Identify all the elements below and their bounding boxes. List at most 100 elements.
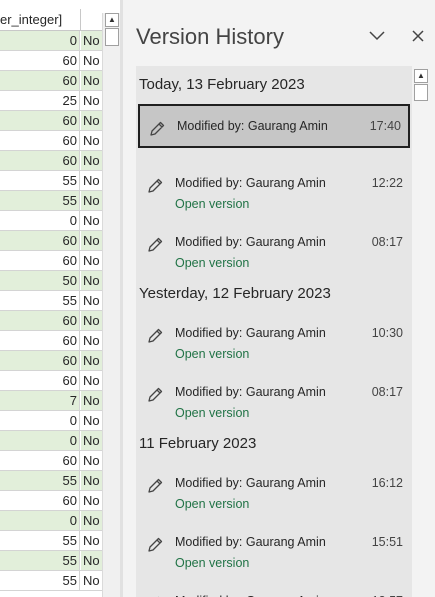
cell-text[interactable]: No [81,151,102,170]
open-version-link[interactable]: Open version [175,256,249,270]
cell-text[interactable]: No [81,331,102,350]
version-list-scrollbar[interactable]: ▲ [412,66,430,597]
open-version-link[interactable]: Open version [175,497,249,511]
version-time: 08:17 [371,385,403,399]
cell-value[interactable]: 60 [0,351,80,370]
cell-value[interactable]: 0 [0,211,80,230]
cell-value[interactable]: 60 [0,311,80,330]
cell-text[interactable]: No [81,51,102,70]
cell-value[interactable]: 60 [0,371,80,390]
cell-value[interactable]: 55 [0,471,80,490]
version-group-title: Yesterday, 12 February 2023 [139,285,331,302]
version-entry[interactable]: Modified by: Gaurang Amin 12:22 Open versi… [138,163,410,211]
cell-value[interactable]: 55 [0,551,80,570]
table-row: 0 No [0,211,102,231]
cell-text[interactable]: No [81,571,102,590]
table-row: 55 No [0,471,102,491]
cell-value[interactable]: 0 [0,31,80,50]
cell-text[interactable]: No [81,291,102,310]
version-time: 15:51 [371,535,403,549]
close-pane-button[interactable] [404,22,432,50]
version-entry[interactable]: Modified by: Gaurang Amin13:57 [138,581,410,597]
cell-text[interactable]: No [81,491,102,510]
cell-value[interactable]: 60 [0,71,80,90]
cell-value[interactable]: 25 [0,91,80,110]
cell-value[interactable]: 55 [0,531,80,550]
open-version-link[interactable]: Open version [175,406,249,420]
version-entry[interactable]: Modified by: Gaurang Amin 08:17 Open versi… [138,372,410,420]
cell-value[interactable]: 60 [0,111,80,130]
cell-value[interactable]: 60 [0,251,80,270]
cell-text[interactable]: No [81,171,102,190]
table-row: 60 No [0,71,102,91]
cell-value[interactable]: 55 [0,571,80,590]
cell-value[interactable]: 7 [0,391,80,410]
cell-text[interactable]: No [81,131,102,150]
scroll-up-arrow-icon[interactable]: ▲ [414,69,428,83]
cell-value[interactable]: 0 [0,511,80,530]
cell-text[interactable]: No [81,391,102,410]
cell-value[interactable]: 50 [0,271,80,290]
pencil-icon [146,177,164,195]
scroll-thumb[interactable] [414,84,428,101]
cell-text[interactable]: No [81,271,102,290]
table-row: 0 No [0,31,102,51]
pencil-icon [146,236,164,254]
version-entry[interactable]: Modified by: Gaurang Amin 15:51 Open versi… [138,522,410,570]
version-history-pane: Version History Today, 13 February 2023 M… [123,0,435,597]
sheet-vertical-scrollbar[interactable]: ▲ [102,13,120,597]
table-row: 55 No [0,191,102,211]
cell-text[interactable]: No [81,111,102,130]
cell-text[interactable]: No [81,451,102,470]
column-header[interactable]: er_integer] [0,9,102,31]
cell-value[interactable]: 0 [0,431,80,450]
cell-text[interactable]: No [81,551,102,570]
cell-value[interactable]: 55 [0,291,80,310]
table-row: 60 No [0,491,102,511]
cell-text[interactable]: No [81,471,102,490]
cell-value[interactable]: 60 [0,51,80,70]
cell-value[interactable]: 60 [0,231,80,250]
version-entry[interactable]: Modified by: Gaurang Amin 08:17 Open versi… [138,222,410,270]
cell-text[interactable]: No [81,231,102,250]
cell-text[interactable]: No [81,71,102,90]
scroll-up-arrow-icon[interactable]: ▲ [105,13,119,27]
cell-value[interactable]: 60 [0,331,80,350]
open-version-link[interactable]: Open version [175,197,249,211]
cell-text[interactable]: No [81,511,102,530]
cell-value[interactable]: 60 [0,491,80,510]
cell-text[interactable]: No [81,191,102,210]
table-row: 55 No [0,571,102,591]
pane-options-button[interactable] [363,22,391,50]
cell-text[interactable]: No [81,411,102,430]
cell-value[interactable]: 60 [0,131,80,150]
cell-value[interactable]: 60 [0,151,80,170]
cell-value[interactable]: 60 [0,451,80,470]
cell-text[interactable]: No [81,431,102,450]
cell-value[interactable]: 55 [0,191,80,210]
version-entry[interactable]: Modified by: Gaurang Amin 10:30 Open versi… [138,313,410,361]
table-row: 60 No [0,51,102,71]
cell-text[interactable]: No [81,251,102,270]
scroll-thumb[interactable] [105,28,119,46]
cell-text[interactable]: No [81,371,102,390]
modified-by-label: Modified by: Gaurang Amin [175,326,326,340]
pencil-icon [146,327,164,345]
version-entry[interactable]: Modified by: Gaurang Amin 16:12 Open versi… [138,463,410,511]
cell-text[interactable]: No [81,311,102,330]
open-version-link[interactable]: Open version [175,347,249,361]
pencil-icon [148,120,166,138]
version-entry[interactable]: Modified by: Gaurang Amin 17:40 [138,104,410,148]
cell-text[interactable]: No [81,351,102,370]
cell-value[interactable]: 0 [0,411,80,430]
cell-text[interactable]: No [81,531,102,550]
cell-text[interactable]: No [81,31,102,50]
table-row: 25 No [0,91,102,111]
version-time: 16:12 [371,476,403,490]
table-row: 60 No [0,151,102,171]
cell-text[interactable]: No [81,211,102,230]
table-row: 60 No [0,231,102,251]
cell-value[interactable]: 55 [0,171,80,190]
open-version-link[interactable]: Open version [175,556,249,570]
cell-text[interactable]: No [81,91,102,110]
